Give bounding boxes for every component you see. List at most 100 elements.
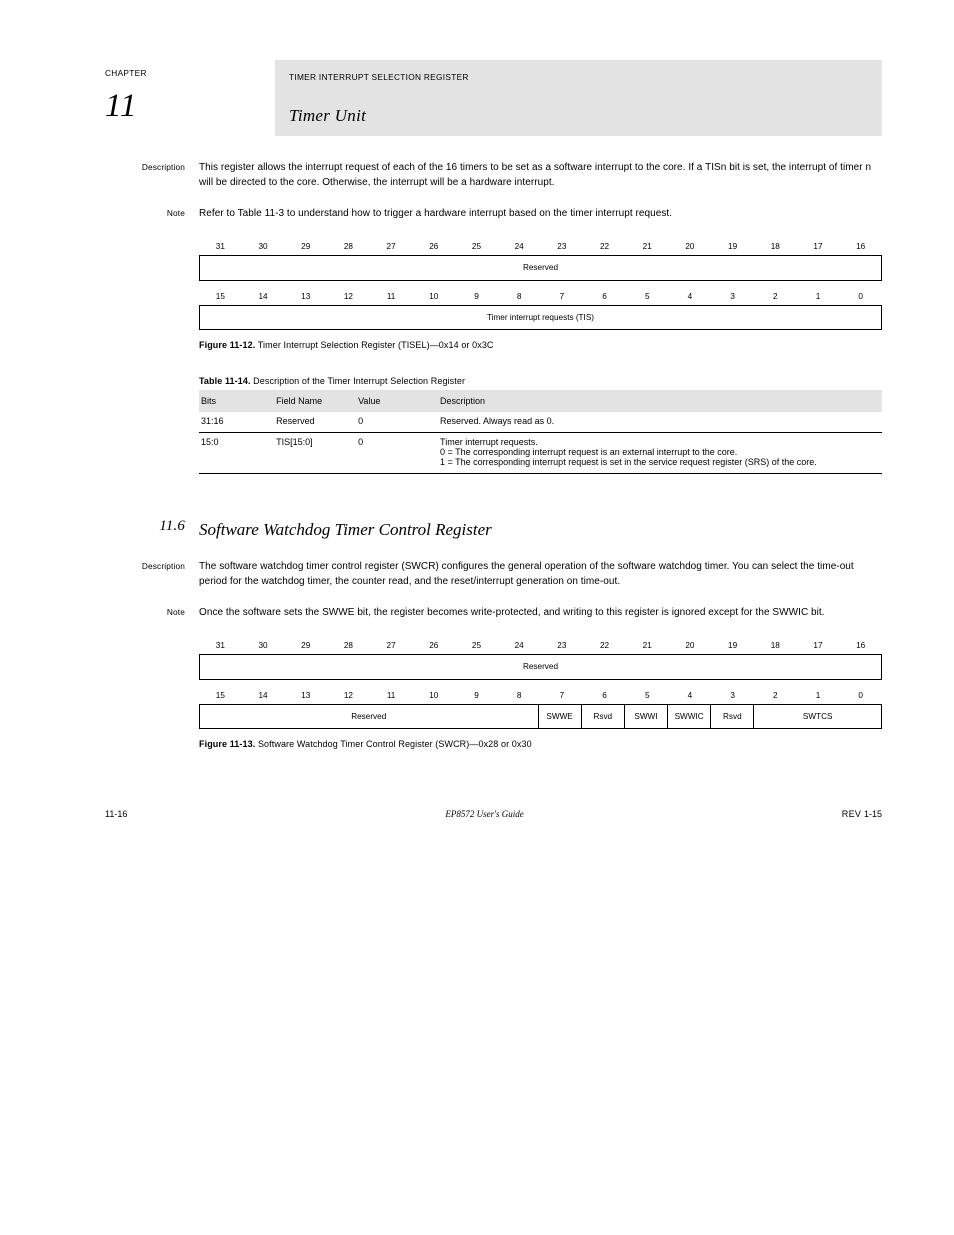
bit-number: 15 <box>199 688 242 704</box>
cell-desc: Reserved. Always read as 0. <box>438 412 882 433</box>
field-swtcs: SWTCS <box>754 705 881 729</box>
table-caption-text: Description of the Timer Interrupt Selec… <box>253 376 465 386</box>
bit-number: 31 <box>199 239 242 255</box>
bit-number: 29 <box>284 239 327 255</box>
figure-caption-text-2: Software Watchdog Timer Control Register… <box>258 739 532 749</box>
chapter-number: 11 <box>105 88 275 125</box>
bit-number: 7 <box>541 289 584 305</box>
bit-number: 3 <box>711 688 754 704</box>
bit-number: 26 <box>412 638 455 654</box>
bit-number: 5 <box>626 289 669 305</box>
side-label-note: Note <box>105 206 199 218</box>
field-description-table: Bits Field Name Value Description 31:16 … <box>199 390 882 474</box>
bit-number: 12 <box>327 289 370 305</box>
figure-caption-tisel: Figure 11-12. Timer Interrupt Selection … <box>199 340 882 350</box>
bit-number: 9 <box>455 289 498 305</box>
section-subtitle: TIMER INTERRUPT SELECTION REGISTER <box>289 72 868 82</box>
bit-number: 9 <box>455 688 498 704</box>
bit-number: 28 <box>327 638 370 654</box>
table-row: 31:16 Reserved 0 Reserved. Always read a… <box>199 412 882 433</box>
figure-number: Figure 11-12. <box>199 340 255 350</box>
bit-number: 17 <box>797 638 840 654</box>
side-label-description: Description <box>105 160 199 172</box>
bit-number: 15 <box>199 289 242 305</box>
field-rsvd: Rsvd <box>582 705 625 729</box>
bit-number: 18 <box>754 638 797 654</box>
bit-number: 10 <box>412 688 455 704</box>
bit-number: 4 <box>669 289 712 305</box>
bit-number: 26 <box>412 239 455 255</box>
bit-number: 17 <box>797 239 840 255</box>
bit-number: 24 <box>498 239 541 255</box>
runhead-box: TIMER INTERRUPT SELECTION REGISTER Timer… <box>275 60 882 136</box>
bit-number: 8 <box>498 688 541 704</box>
bit-number: 11 <box>370 688 413 704</box>
bit-number: 30 <box>242 638 285 654</box>
bit-number: 21 <box>626 638 669 654</box>
bit-number: 12 <box>327 688 370 704</box>
figure-number-2: Figure 11-13. <box>199 739 255 749</box>
bit-number: 18 <box>754 239 797 255</box>
th-desc: Description <box>438 390 882 412</box>
th-field: Field Name <box>274 390 356 412</box>
cell-desc: Timer interrupt requests. 0 = The corres… <box>438 433 882 474</box>
bit-number: 29 <box>284 638 327 654</box>
bit-number: 19 <box>711 638 754 654</box>
bit-number: 28 <box>327 239 370 255</box>
bit-number: 1 <box>797 688 840 704</box>
bit-number: 7 <box>541 688 584 704</box>
field-rsvd-2: Rsvd <box>711 705 754 729</box>
section-heading: Software Watchdog Timer Control Register <box>195 516 886 545</box>
bit-number: 13 <box>284 688 327 704</box>
description-text-2: The software watchdog timer control regi… <box>199 559 882 589</box>
section-number: 11.6 <box>105 518 199 535</box>
bit-number: 6 <box>583 289 626 305</box>
bit-number: 6 <box>583 688 626 704</box>
bit-number: 20 <box>669 638 712 654</box>
bit-number: 27 <box>370 239 413 255</box>
field-swwic: SWWIC <box>668 705 711 729</box>
note-block-2: Note Once the software sets the SWWE bit… <box>105 605 882 626</box>
cell-bits: 15:0 <box>199 433 274 474</box>
footer-revision: REV 1-15 <box>842 809 882 819</box>
table-caption: Table 11-14. Description of the Timer In… <box>199 376 882 386</box>
bit-number: 16 <box>839 239 882 255</box>
cell-value: 0 <box>356 433 438 474</box>
bit-number: 13 <box>284 289 327 305</box>
cell-bits: 31:16 <box>199 412 274 433</box>
bit-number: 23 <box>541 638 584 654</box>
bit-number: 23 <box>541 239 584 255</box>
note-block: Note Refer to Table 11-3 to understand h… <box>105 206 882 227</box>
bit-number: 27 <box>370 638 413 654</box>
bit-number: 11 <box>370 289 413 305</box>
chapter-label: CHAPTER <box>105 68 275 78</box>
bit-number: 21 <box>626 239 669 255</box>
th-value: Value <box>356 390 438 412</box>
bit-number: 0 <box>839 688 882 704</box>
chapter-block: CHAPTER 11 <box>105 60 275 125</box>
table-row: 15:0 TIS[15:0] 0 Timer interrupt request… <box>199 433 882 474</box>
bit-number: 8 <box>498 289 541 305</box>
description-block: Description This register allows the int… <box>105 160 882 196</box>
bit-number: 2 <box>754 688 797 704</box>
field-reserved-lo: Reserved <box>200 705 539 729</box>
bitfield-figure-tisel: 31302928272625242322212019181716 Reserve… <box>199 239 882 330</box>
bit-number: 14 <box>242 688 285 704</box>
field-reserved: Reserved <box>200 256 881 280</box>
bit-number: 25 <box>455 239 498 255</box>
field-swwe: SWWE <box>539 705 582 729</box>
bit-number: 22 <box>583 638 626 654</box>
bit-number: 14 <box>242 289 285 305</box>
bit-number: 19 <box>711 239 754 255</box>
description-text: This register allows the interrupt reque… <box>199 160 882 190</box>
bit-number: 4 <box>669 688 712 704</box>
bit-number: 5 <box>626 688 669 704</box>
cell-value: 0 <box>356 412 438 433</box>
bitfield-figure-swcr: 31302928272625242322212019181716 Reserve… <box>199 638 882 729</box>
field-tis: Timer interrupt requests (TIS) <box>200 306 881 330</box>
field-swwi: SWWI <box>625 705 668 729</box>
running-head: CHAPTER 11 TIMER INTERRUPT SELECTION REG… <box>105 60 882 136</box>
page-footer: 11-16 EP8572 User's Guide REV 1-15 <box>105 809 882 819</box>
footer-page-number: 11-16 <box>105 809 127 819</box>
bit-number: 31 <box>199 638 242 654</box>
